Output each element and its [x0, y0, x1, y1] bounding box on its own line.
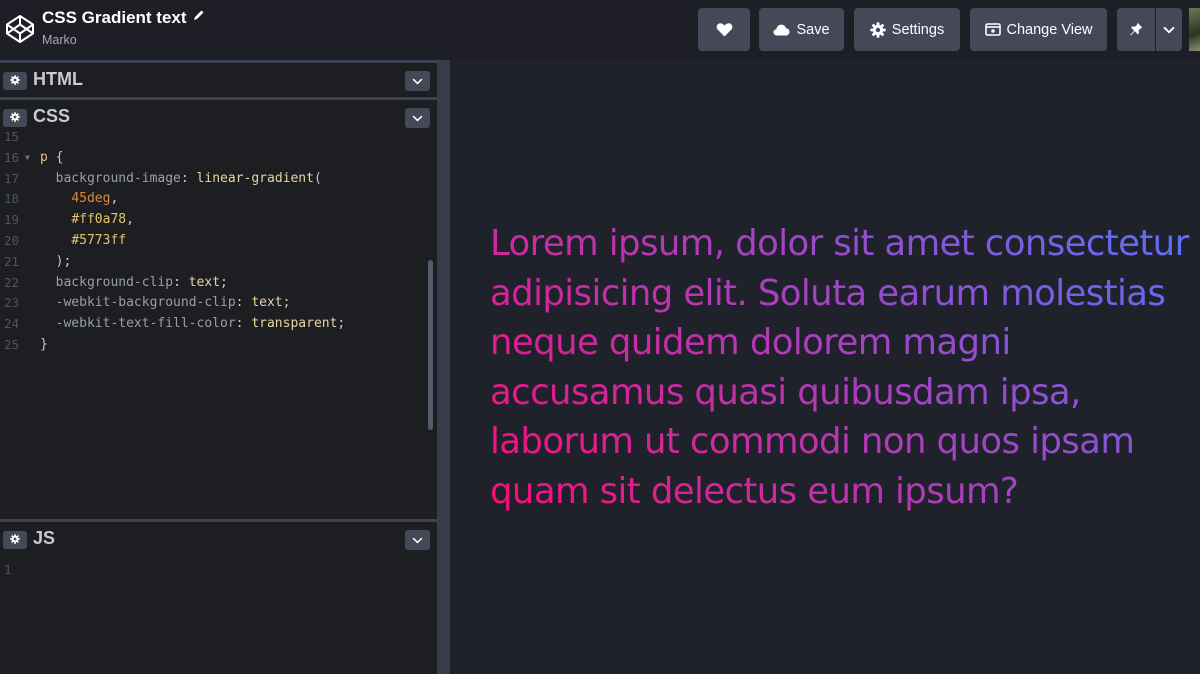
top-bar: CSS Gradient text Marko Save Settings Ch…	[0, 0, 1200, 60]
codepen-logo-icon[interactable]	[4, 13, 36, 45]
code-token: ,	[126, 212, 134, 228]
css-code-editor[interactable]: 15 16 ▼ p {17 background-image: linear-grad…	[0, 129, 437, 518]
code-text: 45deg,	[40, 188, 118, 209]
code-token: );	[40, 253, 72, 269]
css-editor-title: CSS	[33, 106, 71, 126]
code-token: text	[251, 295, 283, 311]
pin-menu-button[interactable]	[1156, 8, 1182, 51]
code-text: background-image: linear-gradient(	[40, 168, 322, 189]
code-token: ;	[337, 316, 346, 332]
code-token: -webkit-background-clip	[40, 295, 236, 311]
html-editor-title: HTML	[33, 69, 83, 89]
code-token: :	[180, 170, 197, 186]
line-number: 15	[4, 129, 20, 144]
change-view-button[interactable]: Change View	[970, 8, 1107, 51]
code-text: -webkit-background-clip: text;	[40, 292, 291, 313]
line-number: 21	[4, 253, 20, 269]
html-editor-header[interactable]: HTML	[0, 60, 437, 96]
js-code-editor[interactable]: 1	[0, 556, 437, 674]
gradient-paragraph: Lorem ipsum, dolor sit amet consectetur …	[490, 219, 1190, 516]
save-label: Save	[796, 21, 830, 38]
code-token: :	[173, 274, 189, 290]
css-options-dropdown[interactable]	[405, 108, 430, 128]
line-number: 17	[4, 170, 20, 186]
code-token: :	[235, 316, 252, 332]
code-token: #ff0a78	[71, 212, 127, 228]
css-editor-scrollbar[interactable]	[428, 260, 433, 430]
code-text: }	[40, 334, 48, 355]
chevron-down-icon	[412, 109, 423, 127]
js-options-dropdown[interactable]	[405, 530, 430, 550]
code-text: );	[40, 251, 72, 272]
code-text: p {	[40, 147, 63, 168]
code-token: linear-gradient	[196, 170, 314, 186]
chevron-down-icon	[1163, 26, 1175, 34]
code-token: :	[235, 295, 252, 311]
chevron-down-icon	[412, 72, 423, 90]
fold-arrow-icon[interactable]: ▼	[25, 147, 30, 168]
pen-author[interactable]: Marko	[42, 33, 205, 47]
pen-title[interactable]: CSS Gradient text	[42, 8, 187, 28]
html-settings-button[interactable]	[3, 72, 27, 90]
code-token: transparent	[251, 316, 338, 332]
cloud-icon	[773, 24, 790, 36]
code-token: background-clip	[40, 274, 174, 290]
code-token: 45deg	[71, 191, 111, 207]
code-text: #ff0a78,	[40, 209, 134, 230]
gear-icon	[10, 531, 20, 549]
line-number: 1	[4, 562, 12, 577]
code-token: #5773ff	[71, 233, 127, 248]
code-token: (	[313, 170, 322, 186]
line-number: 24	[4, 316, 20, 332]
settings-label: Settings	[891, 21, 945, 38]
pin-icon	[1129, 22, 1143, 37]
save-button[interactable]: Save	[759, 8, 844, 51]
code-text: background-clip: text;	[40, 272, 228, 293]
js-editor-title: JS	[33, 528, 56, 548]
result-preview: Lorem ipsum, dolor sit amet consectetur …	[450, 60, 1200, 674]
code-token: -webkit-text-fill-color	[40, 316, 236, 332]
line-number: 25	[4, 337, 20, 352]
code-token: p	[40, 149, 48, 165]
code-text: -webkit-text-fill-color: transparent;	[40, 313, 346, 334]
line-number: 22	[4, 274, 20, 290]
pin-button[interactable]	[1117, 8, 1155, 51]
gear-icon	[10, 109, 20, 127]
edit-pencil-icon[interactable]	[193, 8, 205, 26]
line-number: 18	[4, 191, 20, 207]
line-number: 20	[4, 233, 20, 248]
change-view-label: Change View	[1006, 21, 1093, 38]
code-token: ;	[220, 274, 228, 290]
js-editor-header[interactable]: JS	[0, 519, 437, 555]
html-options-dropdown[interactable]	[405, 71, 430, 91]
layout-icon	[984, 23, 1001, 36]
js-settings-button[interactable]	[3, 531, 27, 549]
user-avatar[interactable]	[1189, 8, 1200, 51]
heart-icon	[716, 22, 733, 37]
css-editor-header[interactable]: CSS	[0, 97, 437, 133]
code-token: text	[188, 274, 221, 290]
css-settings-button[interactable]	[3, 109, 27, 127]
code-text: #5773ff	[40, 230, 126, 251]
gear-icon	[870, 21, 886, 38]
line-number: 23	[4, 295, 20, 311]
gear-icon	[10, 72, 20, 90]
pen-title-block: CSS Gradient text Marko	[42, 8, 205, 47]
line-number: 16	[4, 149, 20, 165]
chevron-down-icon	[412, 531, 423, 549]
line-number: 19	[4, 212, 20, 228]
code-token: ;	[282, 295, 291, 311]
love-button[interactable]	[698, 8, 750, 51]
code-token: ,	[110, 191, 119, 207]
settings-button[interactable]: Settings	[854, 8, 960, 51]
editor-preview-resizer[interactable]	[437, 60, 450, 674]
code-token: {	[47, 149, 64, 165]
code-token: background-image	[40, 170, 181, 186]
code-token: }	[40, 337, 48, 352]
